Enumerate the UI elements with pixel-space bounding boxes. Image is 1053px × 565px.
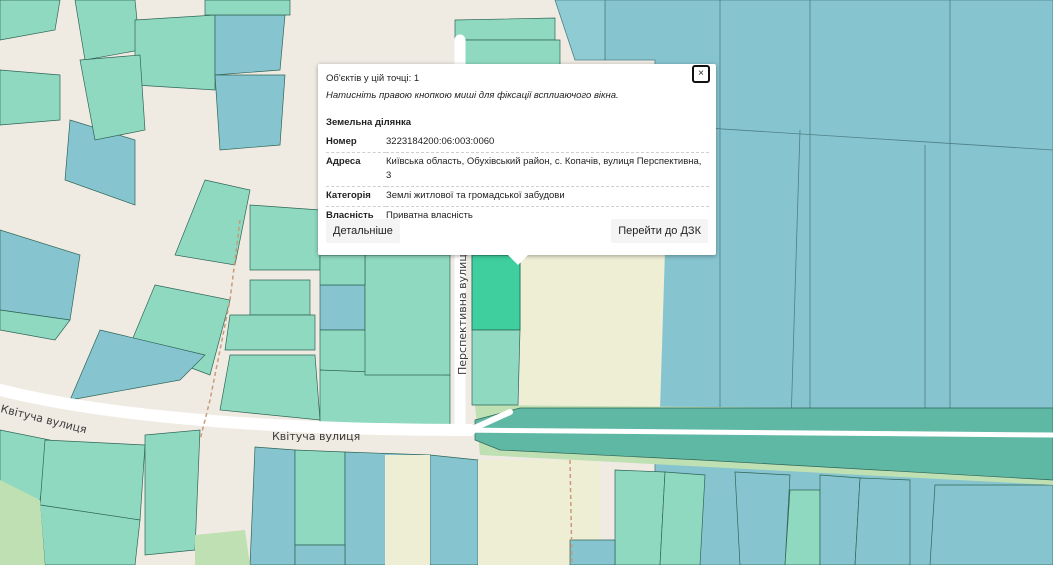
table-row: Номер 3223184200:06:003:0060 <box>326 133 709 153</box>
cadastral-number: 3223184200:06:003:0060 <box>386 133 709 153</box>
parcel-info-table: Номер 3223184200:06:003:0060 Адреса Київ… <box>326 133 709 226</box>
row-key: Категорія <box>326 186 386 207</box>
category-value: Землі житлової та громадської забудови <box>386 186 709 207</box>
parcel <box>219 354 321 421</box>
parcel <box>734 471 791 565</box>
row-key: Номер <box>326 133 386 153</box>
parcel <box>0 229 81 321</box>
parcel <box>319 329 371 376</box>
details-button[interactable]: Детальніше <box>326 219 400 243</box>
field-area <box>385 455 430 565</box>
parcel <box>224 314 316 351</box>
parcel <box>214 74 286 151</box>
parcel <box>554 0 606 61</box>
popup-pointer <box>508 255 528 265</box>
parcel <box>319 254 366 286</box>
identify-popup: × Об'єктів у цій точці: 1 Натисніть прав… <box>318 64 716 265</box>
parcel <box>569 539 616 565</box>
parcel <box>214 14 286 76</box>
parcel <box>74 0 141 61</box>
popup-hint: Натисніть правою кнопкою миші для фіксац… <box>326 90 619 101</box>
parcel <box>784 489 821 565</box>
parcel <box>0 0 61 41</box>
go-to-dzk-button[interactable]: Перейти до ДЗК <box>611 219 708 243</box>
parcel <box>134 14 216 91</box>
objects-count: Об'єктів у цій точці: 1 <box>326 73 420 84</box>
parcel <box>319 284 366 331</box>
close-icon[interactable]: × <box>692 65 710 83</box>
street-label: Квітуча вулиця <box>272 430 360 443</box>
row-key: Адреса <box>326 152 386 187</box>
parcel <box>659 471 706 565</box>
parcel <box>614 469 666 565</box>
parcel <box>364 254 451 376</box>
parcel <box>249 204 321 271</box>
parcel <box>454 17 556 41</box>
parcel <box>929 484 1053 565</box>
selected-parcel[interactable] <box>471 254 521 331</box>
parcel <box>249 279 311 316</box>
parcel <box>471 329 521 406</box>
field-area <box>520 250 665 410</box>
parcel <box>429 454 479 565</box>
parcel <box>854 477 911 565</box>
forest-area <box>195 530 250 565</box>
table-row: Категорія Землі житлової та громадської … <box>326 186 709 207</box>
parcel <box>454 39 561 66</box>
parcel <box>249 446 296 565</box>
parcel <box>174 179 251 266</box>
parcel <box>294 544 346 565</box>
street-label: Перспективна вулиця <box>456 248 469 375</box>
section-title: Земельна ділянка <box>326 117 411 128</box>
parcel <box>204 0 291 16</box>
table-row: Адреса Київська область, Обухівський рай… <box>326 152 709 187</box>
parcel <box>819 474 861 565</box>
parcel <box>144 429 201 556</box>
address-value: Київська область, Обухівський район, с. … <box>386 152 709 187</box>
parcel <box>0 69 61 126</box>
parcel <box>294 449 346 546</box>
